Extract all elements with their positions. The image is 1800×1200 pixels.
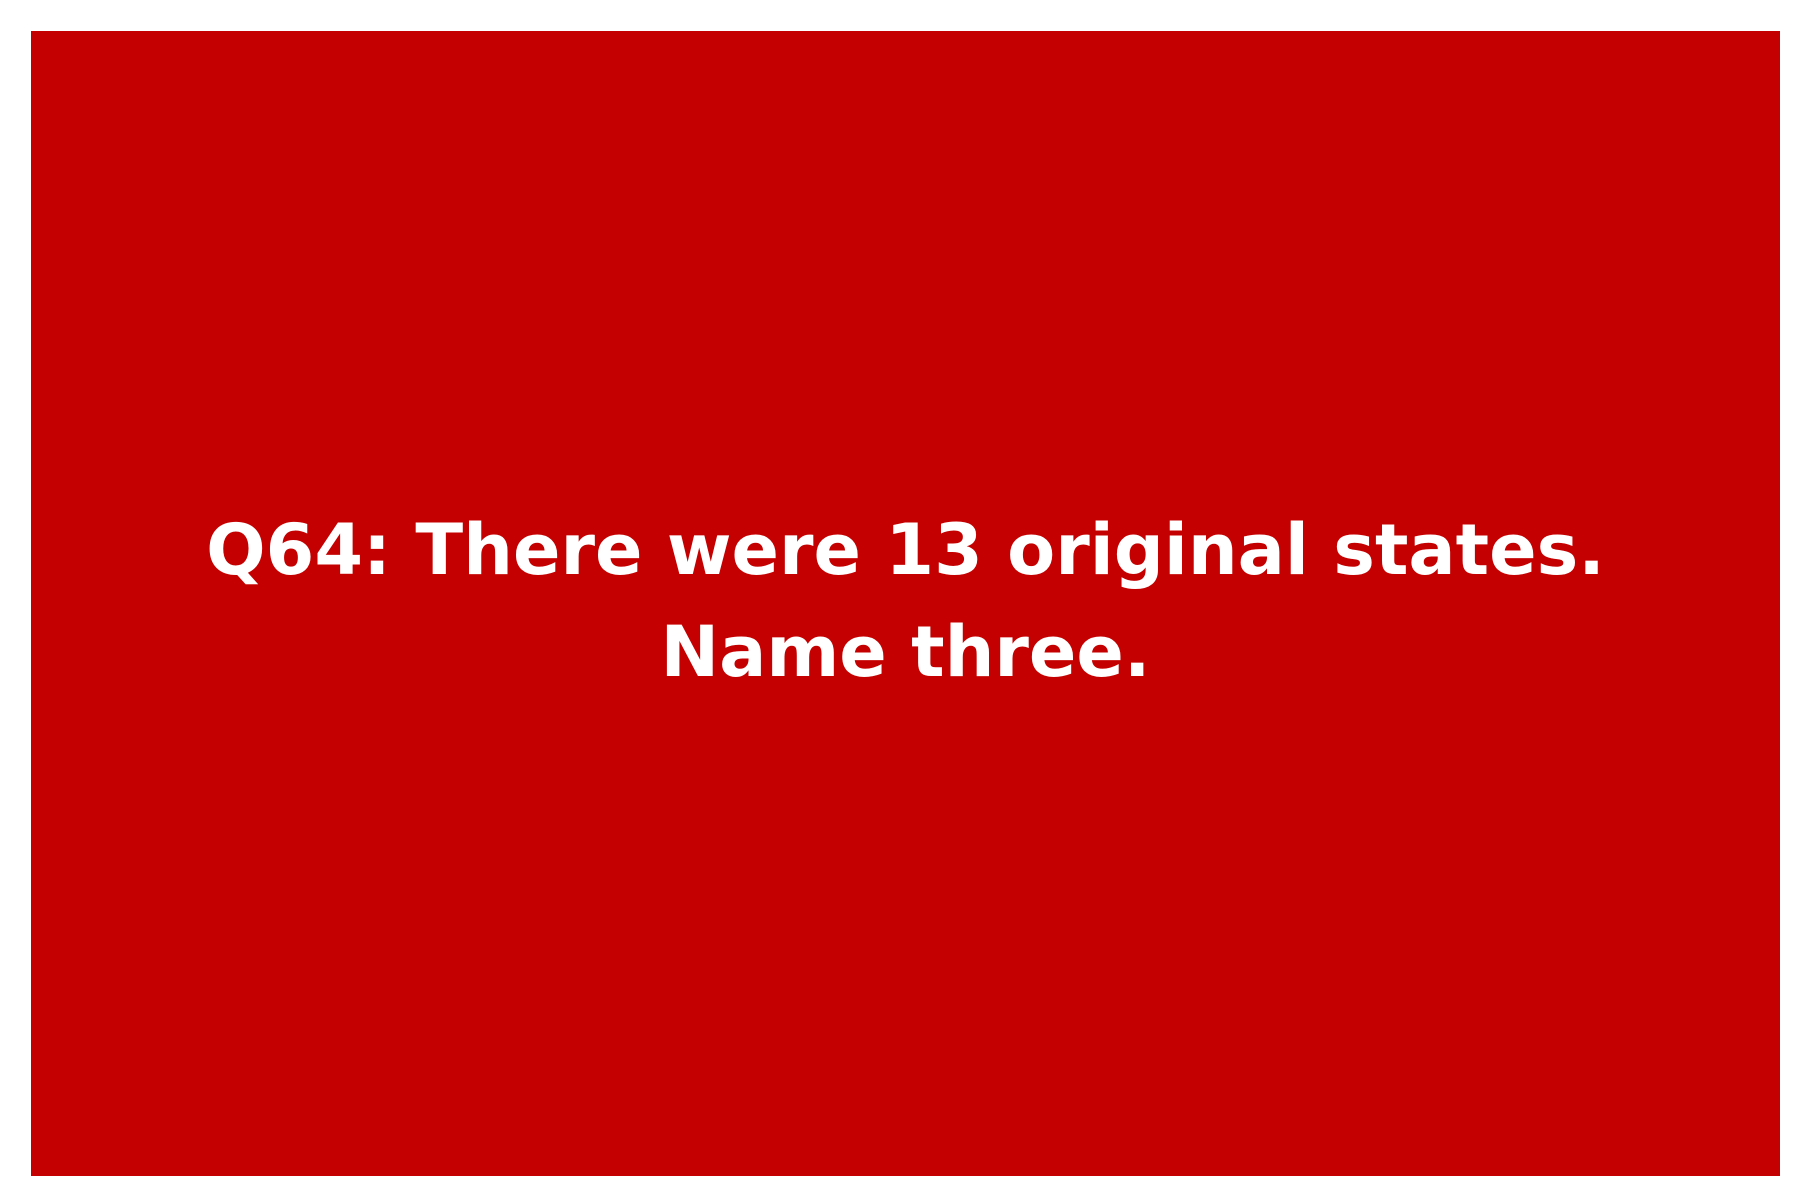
question-card: Q64: There were 13 original states. Name… — [31, 31, 1780, 1176]
question-line-1: Q64: There were 13 original states. — [206, 508, 1605, 591]
question-line-2: Name three. — [660, 610, 1151, 693]
question-text: Q64: There were 13 original states. Name… — [206, 499, 1605, 703]
